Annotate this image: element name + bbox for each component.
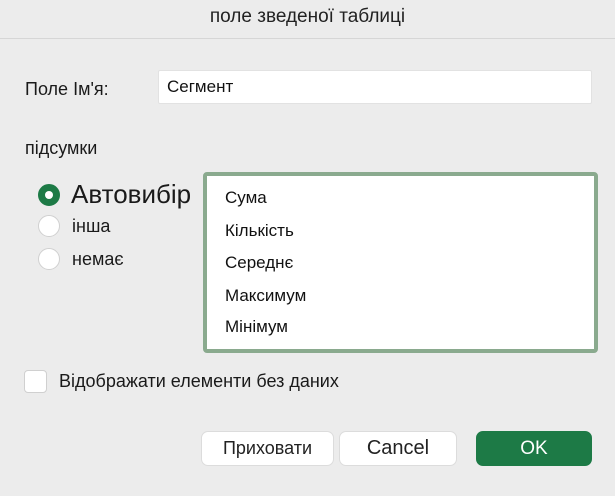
dialog-titlebar: поле зведеної таблиці [0,0,615,39]
radio-button[interactable] [38,248,60,270]
list-item-average[interactable]: Середнє [225,253,293,273]
show-items-checkbox[interactable] [24,370,47,393]
radio-custom-label: інша [72,215,111,236]
radio-button-checked[interactable] [38,183,60,206]
radio-automatic[interactable]: Автовибір [38,179,191,210]
radio-custom[interactable]: інша [38,215,110,237]
list-item-min[interactable]: Мінімум [225,317,288,337]
name-field-label: Поле Ім'я: [25,79,109,99]
name-input[interactable] [158,70,592,104]
list-item-count[interactable]: Кількість [225,221,294,241]
radio-none[interactable]: немає [38,248,124,270]
subtotals-label: підсумки [25,138,98,158]
dialog-title: поле зведеної таблиці [209,6,406,27]
radio-automatic-label: Автовибір [71,179,192,209]
subtotal-functions-list[interactable]: Сума Кількість Середнє Максимум Мінімум [203,172,598,353]
list-item-sum[interactable]: Сума [225,188,267,208]
list-item-max[interactable]: Максимум [225,286,306,306]
hide-button[interactable]: Приховати [201,431,334,466]
radio-none-label: немає [72,248,124,269]
radio-button[interactable] [38,215,60,237]
ok-button[interactable]: OK [476,431,592,466]
cancel-button[interactable]: Cancel [339,431,457,466]
show-items-label: Відображати елементи без даних [59,371,339,391]
show-items-without-data[interactable]: Відображати елементи без даних [24,370,339,393]
